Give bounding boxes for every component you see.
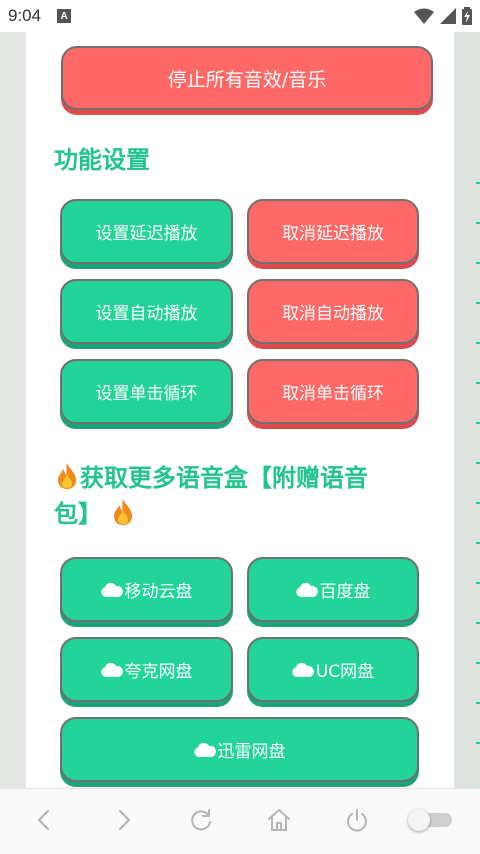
mobile-cloud-label: 移动云盘 bbox=[124, 582, 193, 602]
status-time: 9:04 bbox=[8, 6, 42, 25]
uc-pan-label: UC网盘 bbox=[315, 662, 375, 682]
status-indicators bbox=[414, 7, 472, 25]
status-bar: 9:04 A bbox=[0, 0, 480, 32]
set-click-loop-button[interactable]: 设置单击循环 bbox=[60, 359, 233, 424]
cancel-click-loop-button[interactable]: 取消单击循环 bbox=[247, 359, 419, 424]
power-icon[interactable] bbox=[344, 807, 370, 833]
signal-icon bbox=[440, 8, 456, 24]
download-title-line2: 包】 bbox=[54, 500, 102, 528]
mobile-cloud-button[interactable]: 移动云盘 bbox=[60, 557, 233, 622]
xunlei-pan-label: 迅雷网盘 bbox=[217, 742, 286, 762]
notification-icon: A bbox=[57, 9, 72, 23]
page-right-edge bbox=[454, 32, 480, 788]
cancel-autoplay-button[interactable]: 取消自动播放 bbox=[247, 279, 419, 344]
toolbar-toggle-switch[interactable] bbox=[408, 809, 452, 831]
cloud-icon bbox=[295, 582, 318, 597]
cloud-icon bbox=[193, 742, 216, 757]
baidu-pan-button[interactable]: 百度盘 bbox=[247, 557, 419, 622]
stop-all-sounds-button[interactable]: 停止所有音效/音乐 bbox=[61, 46, 433, 110]
quark-pan-label: 夸克网盘 bbox=[124, 662, 193, 682]
cloud-icon bbox=[100, 662, 123, 677]
forward-icon[interactable] bbox=[110, 807, 136, 833]
download-title-line1: 获取更多语音盒【附赠语音 bbox=[80, 464, 368, 492]
battery-icon bbox=[462, 7, 472, 25]
back-icon[interactable] bbox=[32, 807, 58, 833]
cloud-icon bbox=[292, 662, 314, 677]
set-delay-play-button[interactable]: 设置延迟播放 bbox=[60, 199, 233, 264]
cancel-delay-play-button[interactable]: 取消延迟播放 bbox=[247, 199, 419, 264]
baidu-pan-label: 百度盘 bbox=[319, 582, 371, 602]
fire-icon bbox=[58, 463, 76, 489]
wifi-icon bbox=[414, 8, 434, 24]
main-content[interactable]: 停止所有音效/音乐 功能设置 设置延迟播放 取消延迟播放 设置自动播放 取消自动… bbox=[26, 32, 454, 788]
quark-pan-button[interactable]: 夸克网盘 bbox=[60, 637, 233, 702]
xunlei-pan-button[interactable]: 迅雷网盘 bbox=[60, 717, 419, 782]
uc-pan-button[interactable]: UC网盘 bbox=[247, 637, 419, 702]
feature-settings-title: 功能设置 bbox=[54, 146, 150, 174]
download-section-title: 获取更多语音盒【附赠语音 包】 bbox=[54, 460, 434, 532]
cloud-icon bbox=[100, 582, 123, 597]
fire-icon bbox=[114, 499, 133, 525]
refresh-icon[interactable] bbox=[188, 807, 214, 833]
set-autoplay-button[interactable]: 设置自动播放 bbox=[60, 279, 233, 344]
home-icon[interactable] bbox=[266, 807, 292, 833]
